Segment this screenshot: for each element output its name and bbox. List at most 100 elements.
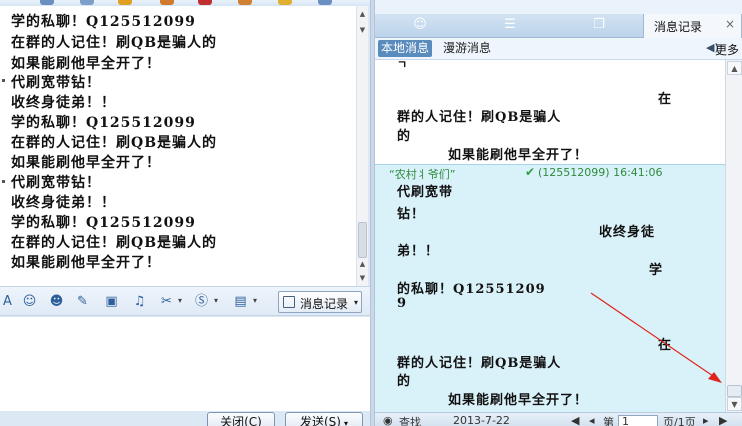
search-button[interactable]: 查找 bbox=[399, 414, 421, 426]
scissors-icon[interactable]: ✂ bbox=[159, 294, 174, 309]
flash-icon[interactable]: Ⓢ bbox=[194, 294, 209, 309]
history-line: 代刷宽带 bbox=[397, 185, 454, 200]
send-button-label: 发送(S) bbox=[300, 415, 341, 426]
avatar-icon[interactable]: ☻ bbox=[49, 294, 64, 309]
toolbar-icon[interactable] bbox=[160, 0, 174, 5]
tab-roaming-messages[interactable]: 漫游消息 bbox=[440, 40, 494, 57]
chat-message-area[interactable]: 学的私聊！Q125512099 在群的人记住！刷QB是骗人的 如果能刷他早全开了… bbox=[0, 6, 356, 286]
message-record-button[interactable]: 消息记录 ▾ bbox=[278, 291, 362, 313]
window-icon: ❐ bbox=[593, 17, 605, 32]
chevron-down-icon[interactable]: ▾ bbox=[178, 296, 185, 305]
list-icon: ☰ bbox=[504, 17, 516, 32]
chat-line: 如果能刷他早全开了！ bbox=[11, 56, 161, 72]
chat-line: 在群的人记住！刷QB是骗人的 bbox=[11, 235, 218, 251]
chat-line: 代刷宽带钻！ bbox=[11, 75, 101, 91]
screen-icon[interactable]: ▤ bbox=[233, 294, 248, 309]
toolbar-icon[interactable] bbox=[278, 0, 292, 5]
emoji-icon[interactable]: ☺ bbox=[22, 294, 37, 309]
history-line: 收终身徒 bbox=[599, 225, 656, 240]
chat-line: 在群的人记住！刷QB是骗人的 bbox=[11, 35, 218, 51]
tab-window[interactable]: ❐ bbox=[555, 14, 643, 38]
first-page-icon[interactable]: ◀ bbox=[571, 414, 579, 426]
history-line: 9 bbox=[397, 296, 408, 311]
history-line: 如果能刷他早全开了！ bbox=[448, 393, 589, 408]
clock-icon bbox=[283, 296, 295, 308]
history-line: 的 bbox=[397, 374, 412, 389]
edit-icon[interactable]: ✎ bbox=[75, 294, 90, 309]
music-icon[interactable]: ♫ bbox=[132, 294, 147, 309]
chat-line: 收终身徒弟！！ bbox=[11, 195, 116, 211]
history-subtabs: 本地消息 漫游消息 ◀) 更多 bbox=[375, 38, 742, 60]
history-line: 在 bbox=[658, 338, 673, 353]
prev-page-icon[interactable]: ◂ bbox=[589, 414, 595, 426]
scroll-up-arrow-icon[interactable]: ▲ bbox=[357, 258, 368, 270]
chevron-down-icon[interactable]: ▾ bbox=[344, 419, 348, 426]
toolbar-icon[interactable] bbox=[80, 0, 94, 5]
chat-line: 学的私聊！Q125512099 bbox=[11, 215, 196, 231]
page-suffix: 页/1页 bbox=[663, 416, 696, 426]
font-icon[interactable]: A bbox=[0, 294, 15, 309]
tab-local-messages[interactable]: 本地消息 bbox=[378, 40, 433, 57]
people-icon: ☺ bbox=[413, 17, 427, 32]
chat-line: 如果能刷他早全开了！ bbox=[11, 155, 161, 171]
history-line: 在 bbox=[658, 92, 673, 107]
toolbar-icon[interactable] bbox=[318, 0, 332, 5]
chat-line: 如果能刷他早全开了！ bbox=[11, 255, 161, 271]
chevron-down-icon: ▾ bbox=[353, 298, 358, 307]
tab-message-record-label: 消息记录 bbox=[654, 20, 703, 34]
search-icon[interactable]: ◉ bbox=[383, 414, 393, 426]
message-record-label: 消息记录 bbox=[300, 297, 349, 311]
scroll-down-arrow-icon[interactable]: ▼ bbox=[727, 397, 742, 411]
chat-line: 学的私聊！Q125512099 bbox=[11, 115, 196, 131]
close-button-label: 关闭(C) bbox=[220, 415, 262, 426]
tab-contacts[interactable]: ☺ bbox=[375, 14, 465, 38]
scroll-down-arrow-icon[interactable]: ▼ bbox=[357, 24, 368, 36]
chevron-down-icon[interactable]: ▾ bbox=[253, 296, 260, 305]
page-number-input[interactable]: 1 bbox=[618, 415, 658, 426]
image-icon[interactable]: ▣ bbox=[104, 294, 119, 309]
close-icon[interactable]: × bbox=[725, 17, 735, 31]
history-message-list[interactable]: ㄱ 在 群的人记住！刷QB是骗人 的 如果能刷他早全开了！ “农村丬爷们” ✔ … bbox=[375, 60, 725, 412]
chat-scrollbar[interactable]: ▲ ▼ ▲ ▼ bbox=[356, 6, 368, 286]
chat-line: 学的私聊！Q125512099 bbox=[11, 14, 196, 30]
chevron-down-icon[interactable]: ▾ bbox=[214, 296, 221, 305]
tab-message-record[interactable]: 消息记录 × bbox=[643, 14, 742, 38]
chat-line: 收终身徒弟！！ bbox=[11, 95, 116, 111]
history-line: 的 bbox=[397, 129, 412, 144]
bullet-dot bbox=[2, 79, 5, 82]
sender-name[interactable]: “农村丬爷们” bbox=[389, 166, 455, 182]
more-button[interactable]: 更多 bbox=[715, 41, 739, 58]
chat-line: 代刷宽带钻！ bbox=[11, 175, 101, 191]
toolbar-icon[interactable] bbox=[198, 0, 212, 5]
right-tab-strip: ☺ ☰ ❐ 消息记录 × bbox=[375, 14, 742, 38]
close-button[interactable]: 关闭(C) bbox=[207, 412, 275, 426]
chat-toolbar: A ☺ ☻ ✎ ▣ ♫ ✂ ▾ Ⓢ ▾ ▤ ▾ 消息记录 ▾ bbox=[0, 286, 370, 316]
message-input[interactable] bbox=[0, 317, 370, 411]
history-line: 弟！！ bbox=[397, 244, 440, 259]
page-prefix: 第 bbox=[603, 416, 614, 426]
history-line: 群的人记住！刷QB是骗人 bbox=[397, 110, 562, 125]
toolbar-icon[interactable] bbox=[238, 0, 252, 5]
history-fragment: ㄱ bbox=[397, 60, 409, 71]
tab-list[interactable]: ☰ bbox=[465, 14, 555, 38]
history-line: 钻！ bbox=[397, 207, 426, 222]
toolbar-icon[interactable] bbox=[118, 0, 132, 5]
next-page-icon[interactable]: ▸ bbox=[703, 414, 709, 426]
history-date[interactable]: 2013-7-22 bbox=[453, 414, 510, 426]
scroll-up-arrow-icon[interactable]: ▲ bbox=[727, 61, 742, 75]
bullet-dot bbox=[2, 180, 5, 183]
history-footer: ◉ 查找 2013-7-22 ◀ ◂ 第 1 页/1页 ▸ ▶ bbox=[375, 412, 742, 426]
send-button[interactable]: 发送(S) ▾ bbox=[285, 412, 363, 426]
history-scrollbar[interactable]: ▲ ▼ bbox=[725, 60, 742, 412]
scroll-down-arrow-icon[interactable]: ▼ bbox=[357, 272, 368, 284]
history-line: 学 bbox=[649, 263, 664, 278]
scroll-thumb[interactable] bbox=[358, 222, 367, 258]
message-header: “农村丬爷们” ✔ (125512099) 16:41:06 bbox=[375, 165, 725, 181]
check-icon: ✔ bbox=[525, 165, 536, 179]
scroll-thumb[interactable] bbox=[727, 385, 742, 397]
history-line: 群的人记住！刷QB是骗人 bbox=[397, 356, 562, 371]
last-page-icon[interactable]: ▶ bbox=[719, 414, 727, 426]
history-line: 如果能刷他早全开了！ bbox=[448, 148, 589, 163]
toolbar-icon[interactable] bbox=[40, 0, 54, 5]
scroll-up-arrow-icon[interactable]: ▲ bbox=[357, 8, 368, 20]
